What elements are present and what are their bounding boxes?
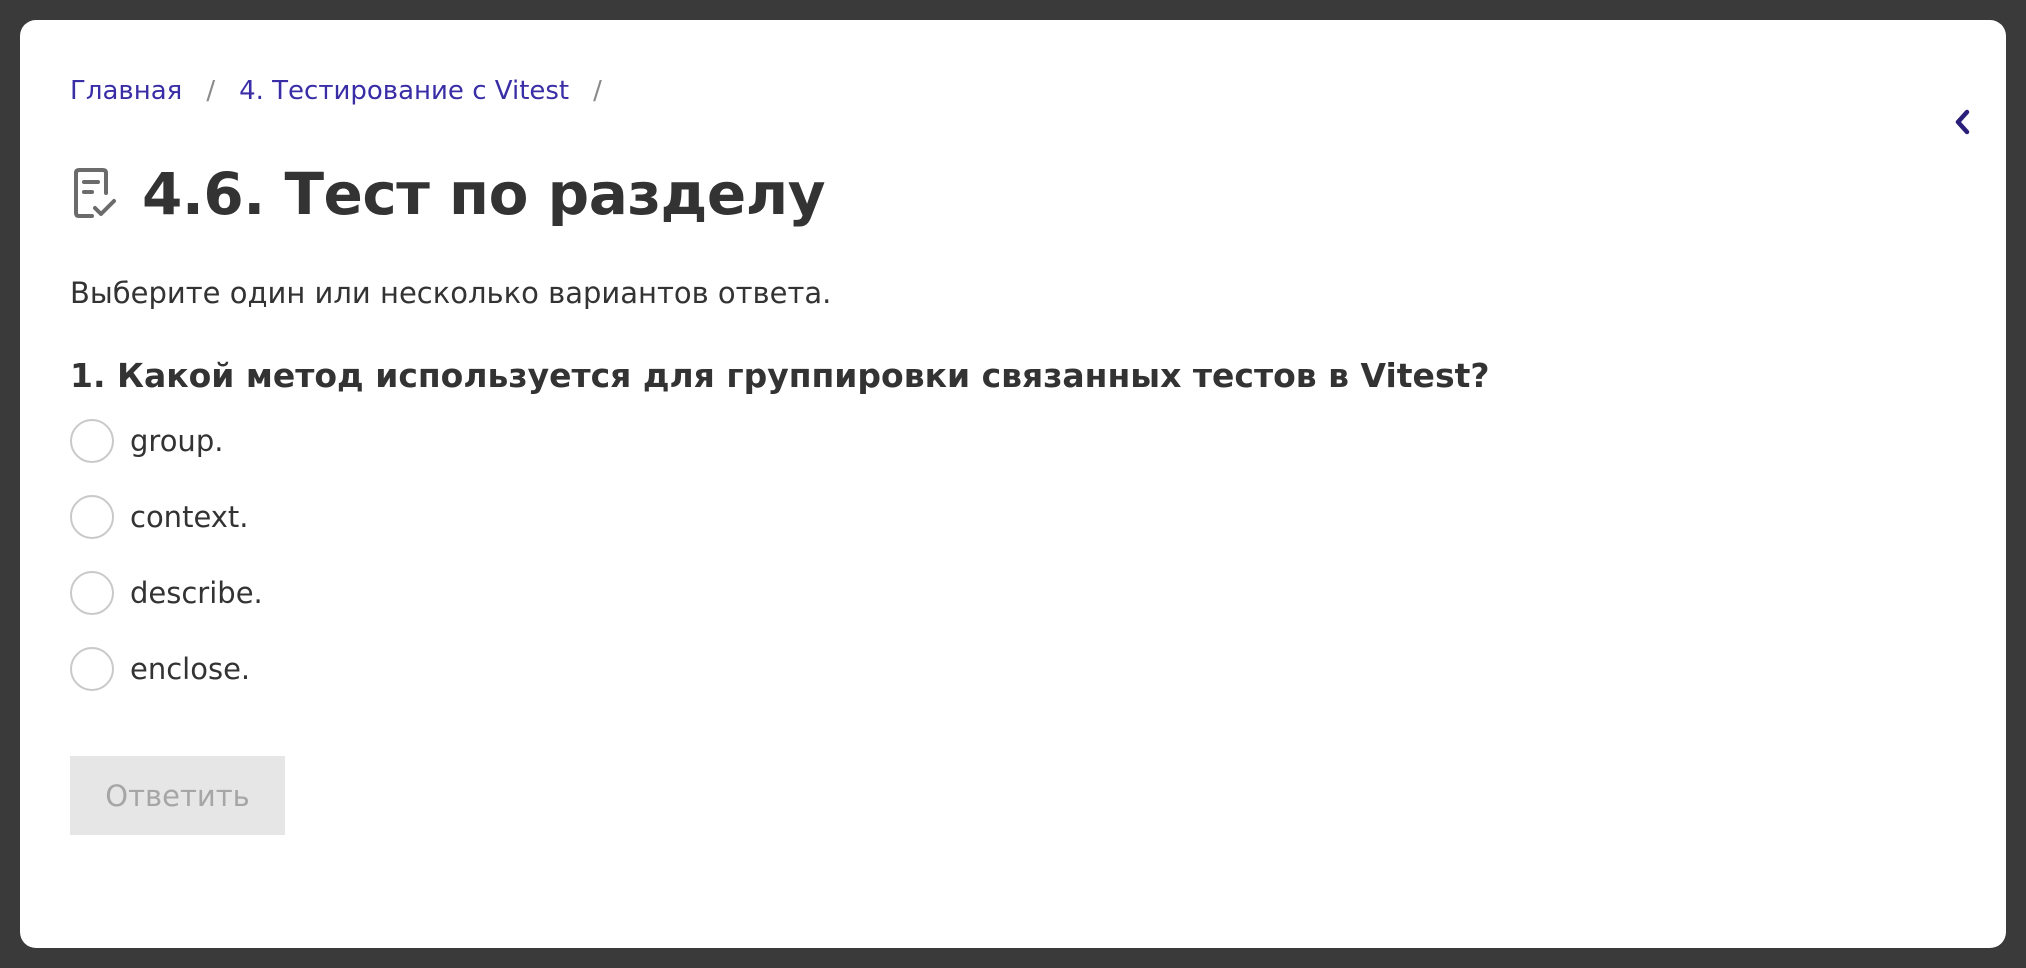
page-title: 4.6. Тест по разделу	[142, 160, 826, 228]
answer-option[interactable]: context.	[70, 494, 263, 540]
answer-options: group. context. describe. enclose.	[70, 418, 263, 722]
breadcrumb-separator: /	[206, 76, 216, 106]
breadcrumb-link-section[interactable]: 4. Тестирование с Vitest	[239, 74, 569, 108]
answer-label: describe.	[130, 576, 263, 610]
question-text: 1. Какой метод используется для группиро…	[70, 356, 1490, 395]
radio-button[interactable]	[70, 571, 114, 615]
content-card: Главная / 4. Тестирование с Vitest / 4.6…	[20, 20, 2006, 948]
instructions-text: Выберите один или несколько вариантов от…	[70, 276, 832, 310]
answer-label: group.	[130, 424, 224, 458]
answer-option[interactable]: group.	[70, 418, 263, 464]
breadcrumb-separator: /	[593, 76, 602, 106]
checklist-icon	[70, 165, 122, 223]
page-header: 4.6. Тест по разделу	[70, 160, 826, 228]
answer-option[interactable]: describe.	[70, 570, 263, 616]
answer-label: enclose.	[130, 652, 251, 686]
breadcrumb-link-home[interactable]: Главная	[70, 74, 182, 108]
radio-button[interactable]	[70, 647, 114, 691]
chevron-left-icon	[1953, 108, 1971, 140]
breadcrumb: Главная / 4. Тестирование с Vitest /	[70, 74, 626, 108]
collapse-panel-button[interactable]	[1948, 104, 1976, 144]
submit-answer-button[interactable]: Ответить	[70, 756, 285, 835]
answer-label: context.	[130, 500, 249, 534]
answer-option[interactable]: enclose.	[70, 646, 263, 692]
radio-button[interactable]	[70, 419, 114, 463]
radio-button[interactable]	[70, 495, 114, 539]
